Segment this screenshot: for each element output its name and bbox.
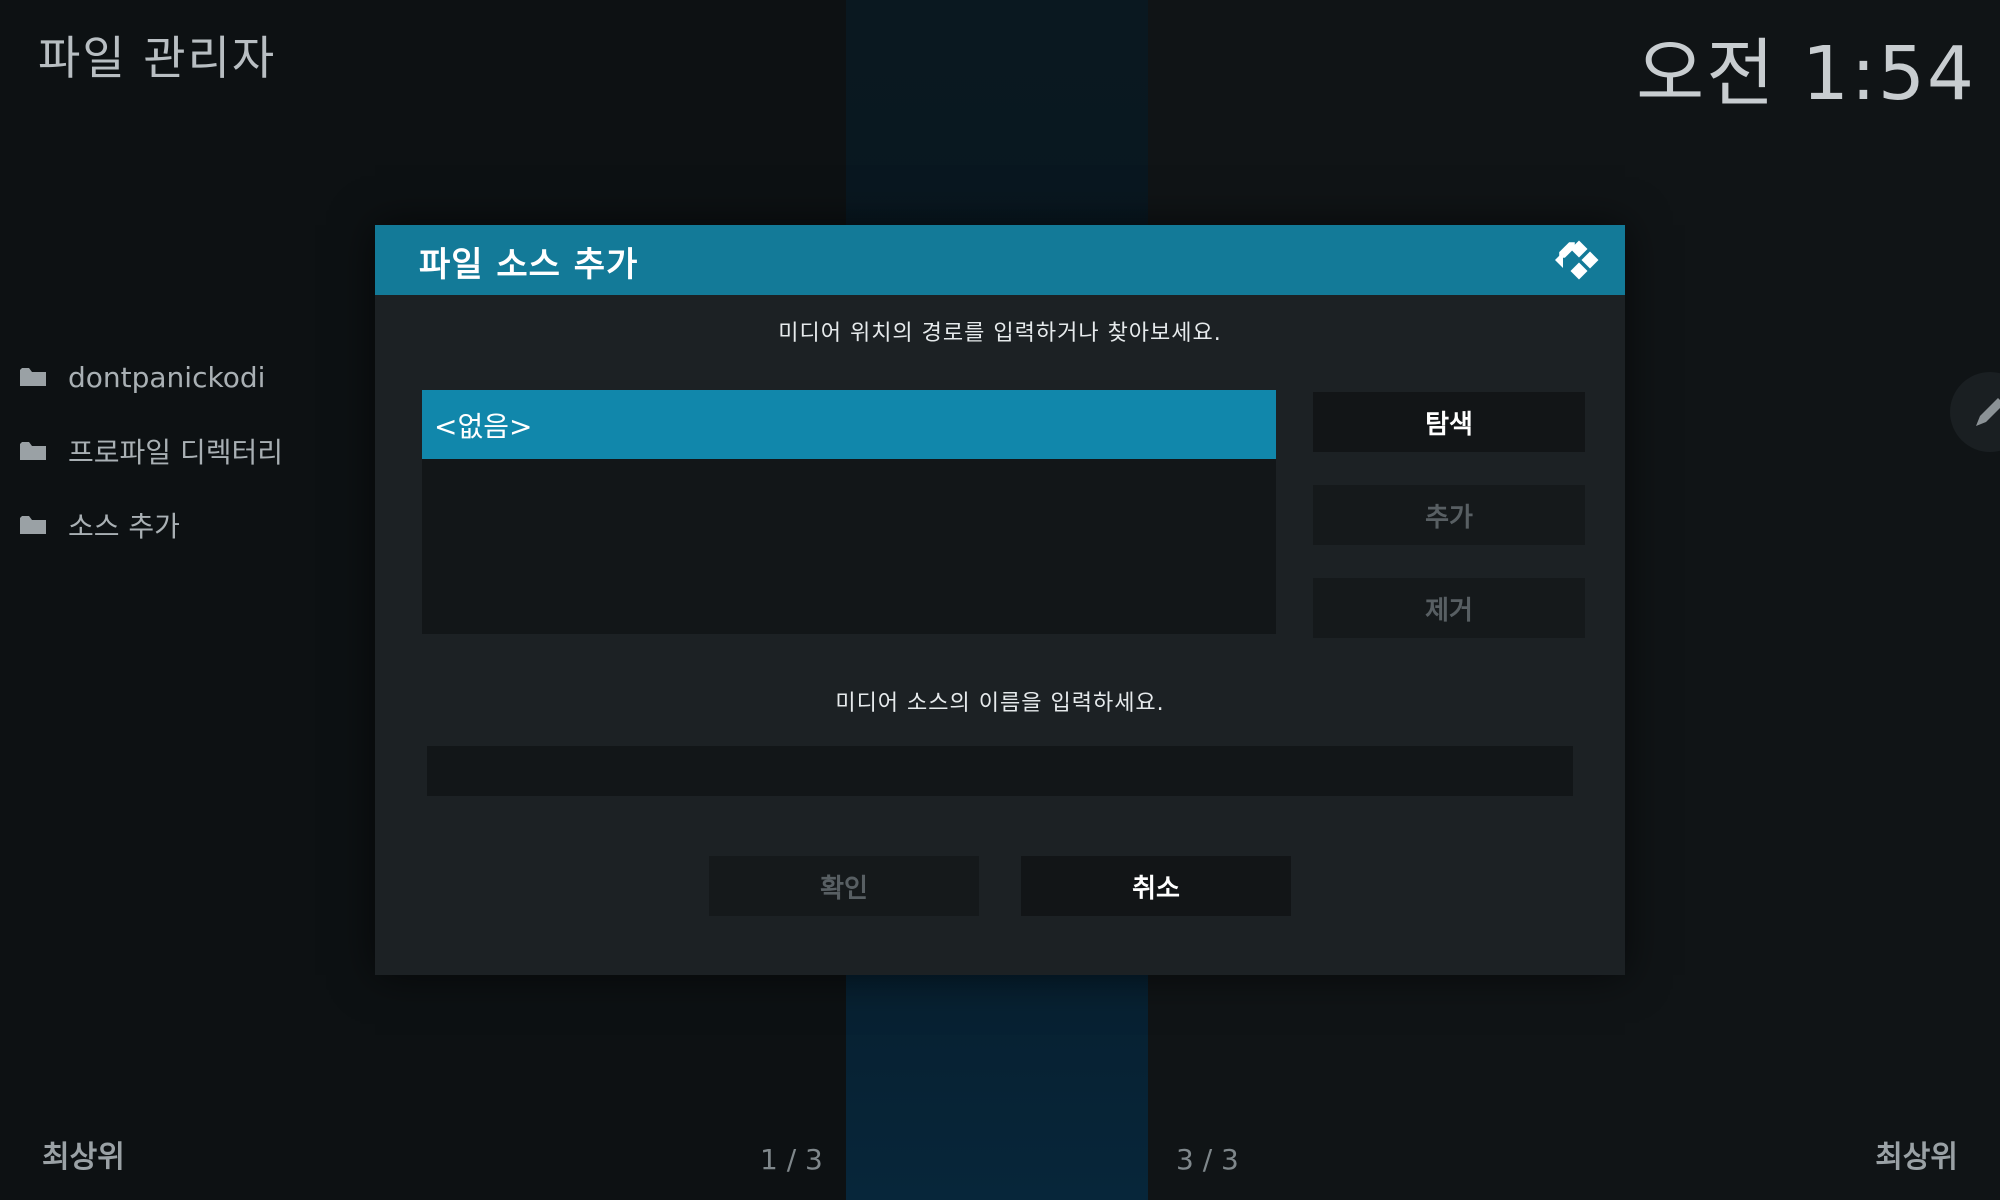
sidebar-item-label: 프로파일 디렉터리 [68, 436, 283, 469]
page-indicator-right: 3 / 3 [1176, 1143, 1239, 1176]
clock: 오전 1:54 [1636, 31, 1976, 117]
app-title: 파일 관리자 [38, 31, 277, 85]
cancel-button[interactable]: 취소 [1021, 856, 1291, 916]
sidebar-item-label: 소스 추가 [68, 510, 180, 543]
sidebar-item-dontpanickodi[interactable]: dontpanickodi [20, 340, 340, 414]
dialog-header: 파일 소스 추가 [375, 225, 1625, 295]
folder-icon [20, 515, 46, 535]
source-name-input[interactable] [427, 746, 1573, 796]
path-list-item[interactable]: <없음> [422, 390, 1276, 459]
add-button[interactable]: 추가 [1313, 485, 1585, 545]
path-list[interactable]: <없음> [422, 390, 1276, 634]
name-prompt: 미디어 소스의 이름을 입력하세요. [835, 691, 1165, 716]
path-prompt: 미디어 위치의 경로를 입력하거나 찾아보세요. [778, 321, 1222, 346]
sidebar-item-add-source[interactable]: 소스 추가 [20, 488, 340, 562]
sidebar-item-profile-directory[interactable]: 프로파일 디렉터리 [20, 414, 340, 488]
folder-icon [20, 367, 46, 387]
footer-left-label: 최상위 [42, 1140, 125, 1175]
footer-right-label: 최상위 [1875, 1140, 1958, 1175]
folder-icon [20, 441, 46, 461]
sidebar-list: dontpanickodi 프로파일 디렉터리 소스 추가 [20, 340, 340, 562]
remove-button[interactable]: 제거 [1313, 578, 1585, 638]
kodi-screen: 파일 관리자 오전 1:54 dontpanickodi 프로파일 디렉터리 소… [0, 0, 2000, 1200]
dialog-title: 파일 소스 추가 [419, 245, 639, 285]
kodi-logo-icon [1553, 235, 1603, 285]
ok-button[interactable]: 확인 [709, 856, 979, 916]
sidebar-item-label: dontpanickodi [68, 360, 266, 394]
add-source-dialog: 파일 소스 추가 미디어 위치의 경로를 입력하거나 찾아보세요. <없음> 탐… [375, 225, 1625, 975]
page-indicator-left: 1 / 3 [760, 1143, 823, 1176]
browse-button[interactable]: 탐색 [1313, 392, 1585, 452]
